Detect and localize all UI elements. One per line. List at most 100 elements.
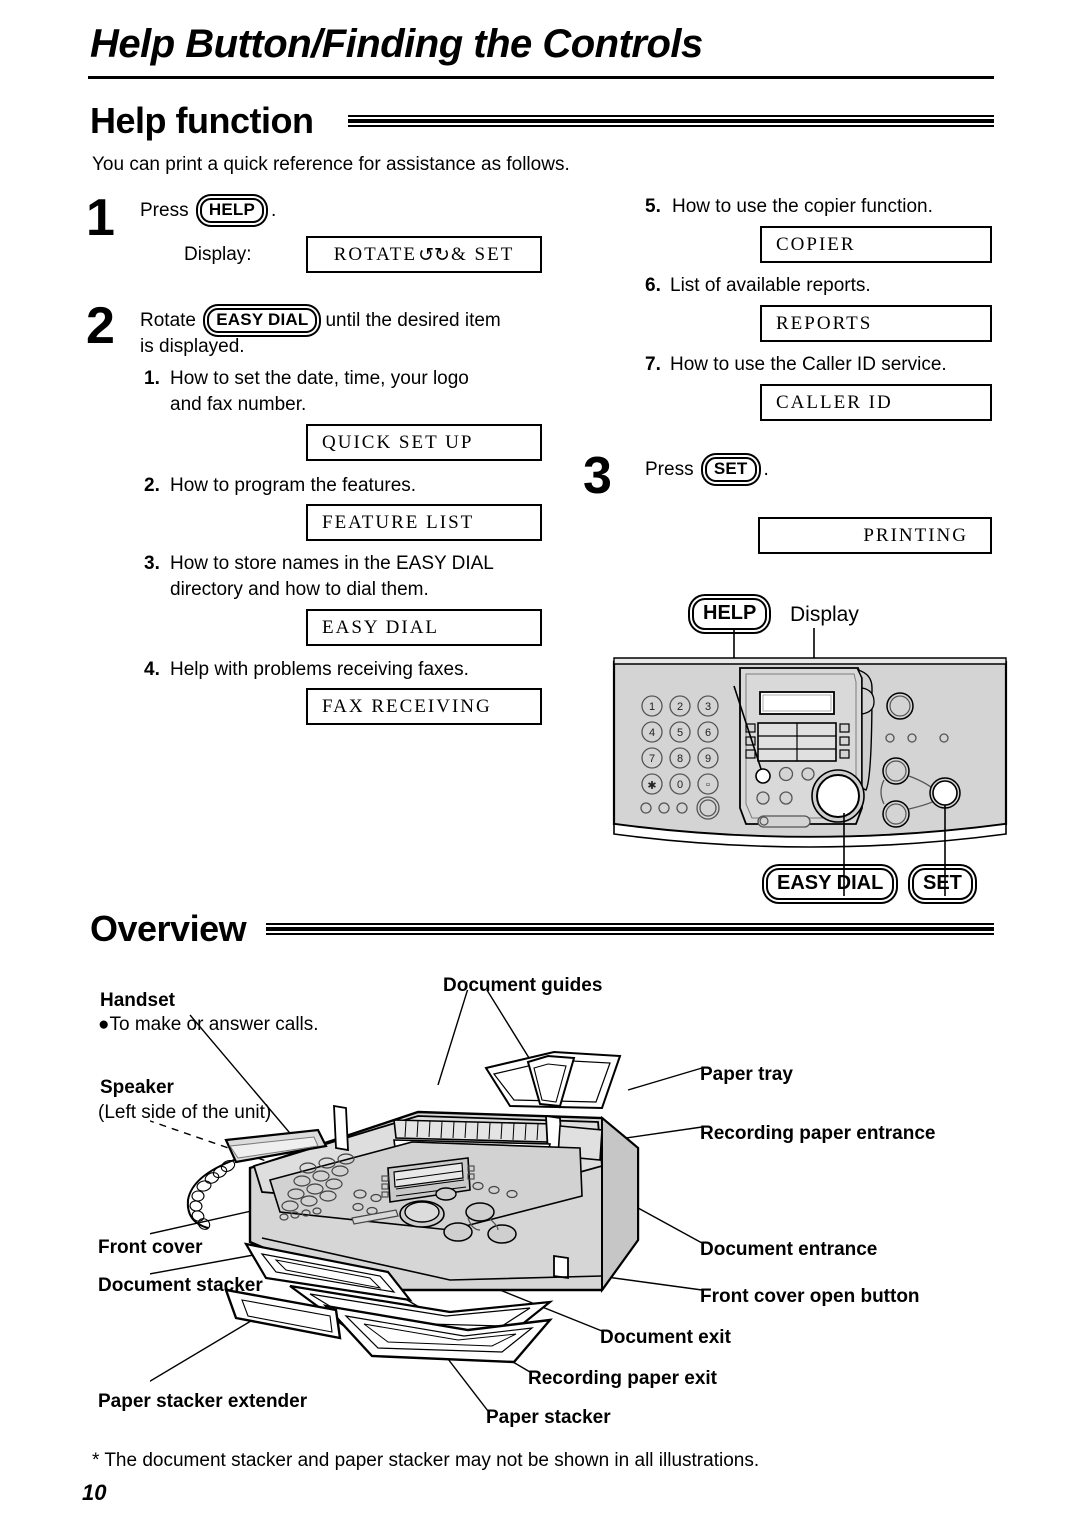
lcd-text-suffix: & SET [451,243,515,265]
fax-right-button-4[interactable] [435,1187,457,1201]
panel-right-button-2-inner [885,760,907,782]
panel-button-b[interactable] [801,767,815,781]
keypad-key-1[interactable]: 1 [649,701,655,713]
step-3-instruction: Press SET. [645,457,769,482]
panel-fn-left-btn-3[interactable] [745,749,756,759]
keypad-key-4[interactable]: 4 [649,727,655,739]
step-3-number: 3 [583,447,612,505]
keypad-key-3[interactable]: 3 [705,701,711,713]
step-2-instruction-line1: Rotate EASY DIAL until the desired item [140,308,501,333]
section-heading-help-function: Help function [90,100,314,141]
leader-document-guides-left [437,981,471,1086]
fax-right-button-1[interactable] [465,1202,495,1222]
item-3-line2: directory and how to dial them. [170,579,429,600]
panel-button-a[interactable] [778,766,794,782]
keypad-key-5[interactable]: 5 [677,727,683,739]
keypad-key-7[interactable]: 7 [649,753,655,765]
step-3-press-label: Press [645,459,694,480]
rule-line-bottom [348,125,994,127]
callout-display-label: Display [790,603,859,626]
panel-button-d[interactable] [779,791,793,805]
panel-fn-right-btn-1[interactable] [839,723,850,733]
item-4-number: 4. [144,659,160,680]
rule-line-bottom [266,933,994,935]
panel-lcd-inner [762,694,832,712]
item-3-number: 3. [144,553,160,574]
lcd-reports-text: REPORTS [776,312,873,334]
panel-fn-right-btn-2[interactable] [839,736,850,746]
item-7-number: 7. [645,354,661,375]
item-2-line1: How to program the features. [170,475,417,496]
keypad-key-star[interactable]: ✱ [647,780,656,792]
panel-bar-knob[interactable] [759,816,769,826]
fax-machine-illustration [97,981,770,1412]
panel-button-c[interactable] [756,791,770,805]
lcd-fax-receiving-text: FAX RECEIVING [322,695,492,717]
item-4-line1: Help with problems receiving faxes. [170,659,469,680]
item-1-number: 1. [144,368,160,389]
easy-dial-key-button[interactable]: EASY DIAL [207,308,318,333]
keypad-key-6[interactable]: 6 [705,727,711,739]
keypad-key-0[interactable]: 0 [677,779,683,791]
step-3-period: . [763,459,769,480]
panel-top-edge [613,657,1007,665]
lcd-rotate-and-set: ROTATE ↺↻ & SET [306,236,542,273]
leader-document-stacker [99,1251,271,1284]
fax-right-button-3[interactable] [487,1224,517,1244]
panel-easy-dial[interactable] [816,774,860,818]
step-2-number: 2 [86,297,115,355]
control-panel-illustration: 1 2 3 4 5 6 7 8 9 ✱ 0 ▫ [600,604,1020,898]
panel-right-button-3-inner [885,803,907,825]
rule-line-top [348,115,994,117]
section-heading-overview: Overview [90,908,247,949]
fax-machine-svg [97,981,703,1412]
lcd-easy-dial-text: EASY DIAL [322,616,440,638]
step-1-period: . [271,200,277,221]
section-rule-help-function [348,115,994,127]
manual-page: Help Button/Finding the Controls Help fu… [0,0,1080,1526]
lcd-feature-list-text: FEATURE LIST [322,511,475,533]
help-intro-text: You can print a quick reference for assi… [92,154,570,175]
title-rule [88,76,994,79]
footnote: * The document stacker and paper stacker… [92,1450,760,1471]
item-7-line1: How to use the Caller ID service. [670,354,947,375]
item-2-number: 2. [144,475,160,496]
document-guide-left[interactable] [333,1104,349,1152]
step-2-instruction-line2: is displayed. [140,336,245,357]
callout-help-button[interactable]: HELP [692,598,768,630]
item-5-line1: How to use the copier function. [672,196,933,217]
item-6-line1: List of available reports. [670,275,871,296]
fax-right-button-2[interactable] [443,1222,473,1242]
panel-set-button[interactable] [932,780,958,806]
keypad-key-8[interactable]: 8 [677,753,683,765]
lcd-copier-text: COPIER [776,233,856,255]
lcd-easy-dial: EASY DIAL [306,609,542,646]
lcd-caller-id-text: CALLER ID [776,391,893,413]
step-1-instruction: Press HELP. [140,198,276,223]
rotate-glyph-icon: ↺↻ [418,243,450,266]
lcd-quick-set-up: QUICK SET UP [306,424,542,461]
lcd-quick-set-up-text: QUICK SET UP [322,431,474,453]
leader-paper-stacker-extender [119,1317,257,1400]
page-title: Help Button/Finding the Controls [90,22,703,66]
panel-help-button[interactable] [755,768,771,784]
panel-right-button-1-inner [889,695,911,717]
rule-line-top [266,923,994,925]
display-label-step1: Display: [184,244,252,265]
rule-line-middle [266,927,994,931]
step-2-text-after: until the desired item [325,310,501,331]
keypad-key-9[interactable]: 9 [705,753,711,765]
step-1-press-label: Press [140,200,189,221]
page-number: 10 [82,1480,107,1505]
panel-fn-right-btn-3[interactable] [839,749,850,759]
fax-jog-dial[interactable] [404,1201,440,1223]
set-key-button[interactable]: SET [704,457,757,482]
step-1-number: 1 [86,189,115,247]
front-cover-open-button[interactable] [553,1254,569,1280]
help-key-button[interactable]: HELP [199,198,264,223]
keypad-key-2[interactable]: 2 [677,701,683,713]
item-3-line1: How to store names in the EASY DIAL [170,553,494,574]
control-panel-svg: 1 2 3 4 5 6 7 8 9 ✱ 0 ▫ [612,604,1008,896]
keypad-key-hash[interactable]: ▫ [706,779,710,791]
item-5-number: 5. [645,196,661,217]
